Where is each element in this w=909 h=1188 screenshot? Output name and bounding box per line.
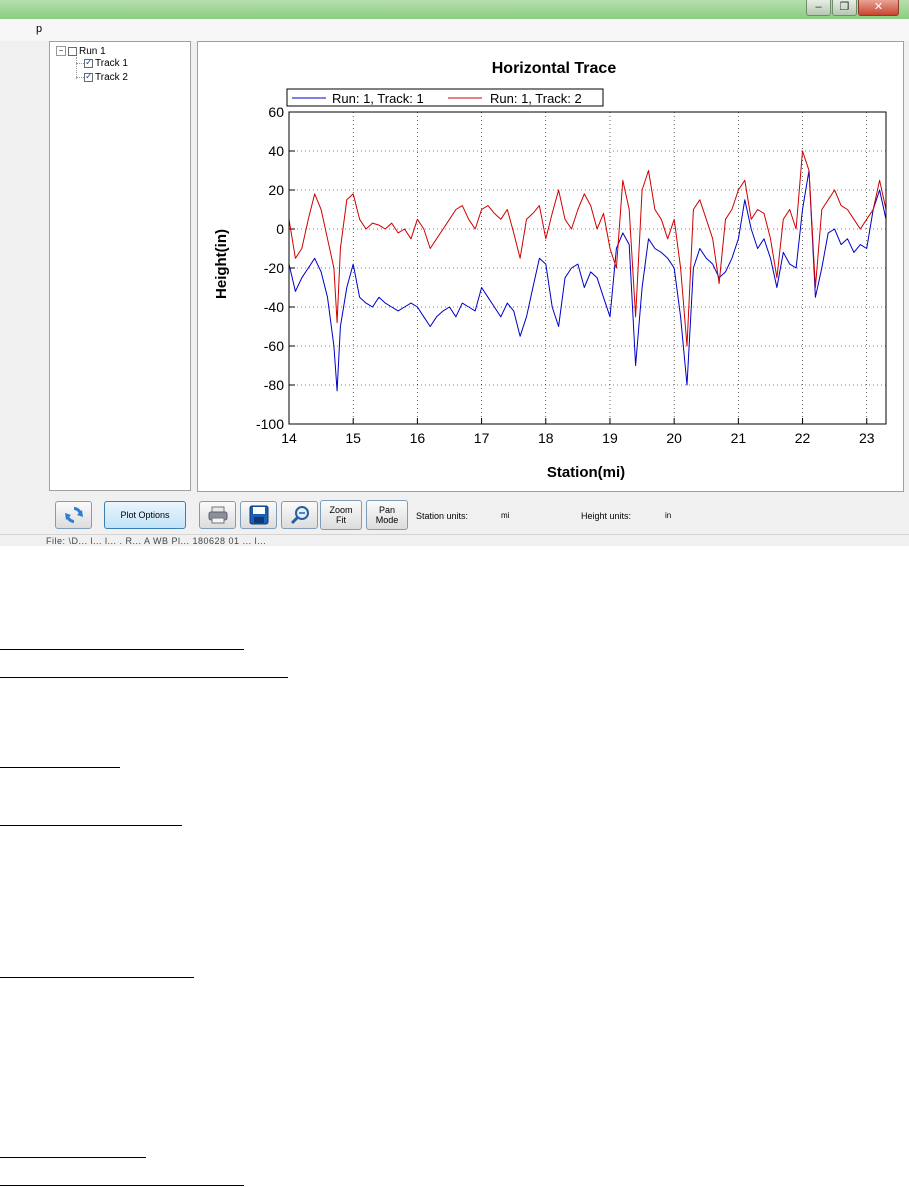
magnifier-icon xyxy=(290,506,309,525)
run-tree-panel: − Run 1 Track 1 Track 2 xyxy=(49,41,191,491)
pan-mode-button[interactable]: Pan Mode xyxy=(366,500,408,530)
status-bar: File: \D... l... l... . R... A WB Pl... … xyxy=(0,534,909,546)
refresh-button[interactable] xyxy=(55,501,92,529)
x-tick-label: 19 xyxy=(602,430,618,446)
series-line-track1 xyxy=(288,170,887,392)
y-tick-label: -100 xyxy=(256,416,284,432)
print-button[interactable] xyxy=(199,501,236,529)
track-checkbox[interactable] xyxy=(84,71,93,82)
save-button[interactable] xyxy=(240,501,277,529)
plot-options-label: Plot Options xyxy=(120,510,170,520)
bottom-toolbar: Plot Options Zoom Fit Pan Mode Station u… xyxy=(49,496,909,534)
track-checkbox[interactable] xyxy=(84,57,93,68)
maximize-icon: ❐ xyxy=(839,1,850,13)
document-rule xyxy=(0,825,182,826)
document-rule xyxy=(0,649,244,650)
height-units-value[interactable]: in xyxy=(665,511,671,520)
minimize-icon: ‒ xyxy=(815,1,822,13)
station-units-label: Station units: xyxy=(416,511,469,521)
station-units-value[interactable]: mi xyxy=(501,511,509,520)
x-tick-label: 15 xyxy=(345,430,361,446)
x-tick-label: 23 xyxy=(859,430,875,446)
menu-item-fragment[interactable]: p xyxy=(36,23,42,35)
x-tick-label: 16 xyxy=(410,430,426,446)
legend-label-track1: Run: 1, Track: 1 xyxy=(332,91,424,106)
chart-title: Horizontal Trace xyxy=(492,60,617,77)
tree-node-track[interactable]: Track 1 xyxy=(84,57,128,69)
y-tick-label: -80 xyxy=(264,377,284,393)
tree-connector xyxy=(76,77,84,78)
chart-series-layer xyxy=(288,150,887,392)
y-tick-label: 40 xyxy=(268,143,284,159)
x-tick-label: 22 xyxy=(795,430,811,446)
zoom-fit-label-line2: Fit xyxy=(336,515,346,525)
x-tick-label: 14 xyxy=(281,430,297,446)
x-axis-ticks: 14 15 16 17 18 19 20 21 22 23 xyxy=(281,418,875,446)
minimize-button[interactable]: ‒ xyxy=(806,0,831,16)
series-line-track2 xyxy=(288,150,887,347)
horizontal-trace-chart[interactable]: Horizontal Trace Run: 1, Track: 1 Run: 1… xyxy=(198,42,903,491)
save-disk-icon xyxy=(249,505,268,525)
refresh-icon xyxy=(64,507,83,523)
x-tick-label: 18 xyxy=(538,430,554,446)
maximize-button[interactable]: ❐ xyxy=(832,0,857,16)
y-tick-label: -20 xyxy=(264,260,284,276)
chart-legend: Run: 1, Track: 1 Run: 1, Track: 2 xyxy=(286,88,604,107)
application-window: ‒ ❐ ✕ p − Run 1 Track 1 Track 2 xyxy=(0,0,909,546)
pan-mode-label-line2: Mode xyxy=(375,515,399,525)
y-axis-label: Height(in) xyxy=(213,229,230,299)
document-rule xyxy=(0,1185,244,1186)
x-tick-label: 17 xyxy=(474,430,490,446)
zoom-button[interactable] xyxy=(281,501,318,529)
zoom-fit-label-line1: Zoom xyxy=(329,505,353,515)
document-rule xyxy=(0,1157,146,1158)
title-bar[interactable]: ‒ ❐ ✕ xyxy=(0,0,909,19)
menu-bar: p xyxy=(0,19,909,41)
document-rule xyxy=(0,767,120,768)
height-units-label: Height units: xyxy=(581,511,632,521)
document-rule xyxy=(0,677,288,678)
tree-connector xyxy=(76,63,84,64)
close-icon: ✕ xyxy=(873,1,884,13)
y-tick-label: 0 xyxy=(276,221,284,237)
zoom-fit-button[interactable]: Zoom Fit xyxy=(320,500,362,530)
x-axis-label: Station(mi) xyxy=(547,464,625,481)
collapse-icon[interactable]: − xyxy=(56,46,66,56)
y-tick-label: 60 xyxy=(268,104,284,120)
pan-mode-label-line1: Pan xyxy=(378,505,395,515)
legend-label-track2: Run: 1, Track: 2 xyxy=(490,91,582,106)
y-tick-label: -60 xyxy=(264,338,284,354)
tree-connector xyxy=(76,57,77,79)
y-tick-label: -40 xyxy=(264,299,284,315)
plot-options-button[interactable]: Plot Options xyxy=(104,501,186,529)
tree-node-track[interactable]: Track 2 xyxy=(84,71,128,83)
close-button[interactable]: ✕ xyxy=(858,0,899,16)
status-file-path: File: \D... l... l... . R... A WB Pl... … xyxy=(46,536,267,546)
tree-node-label: Run 1 xyxy=(79,45,106,57)
tree-node-label: Track 2 xyxy=(95,71,128,83)
x-tick-label: 20 xyxy=(666,430,682,446)
document-rule xyxy=(0,977,194,978)
y-tick-label: 20 xyxy=(268,182,284,198)
printer-icon xyxy=(208,506,227,524)
run-checkbox[interactable] xyxy=(68,46,77,56)
chart-panel[interactable]: Horizontal Trace Run: 1, Track: 1 Run: 1… xyxy=(197,41,904,492)
tree-node-label: Track 1 xyxy=(95,57,128,69)
window-controls: ‒ ❐ ✕ xyxy=(806,0,899,17)
tree-node-run[interactable]: − Run 1 xyxy=(56,45,106,57)
x-tick-label: 21 xyxy=(731,430,747,446)
